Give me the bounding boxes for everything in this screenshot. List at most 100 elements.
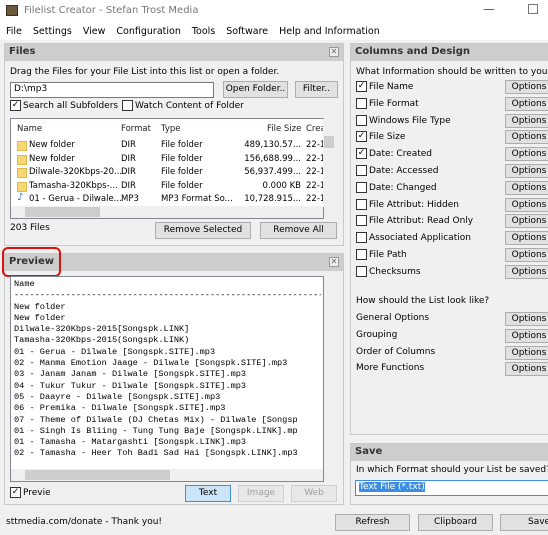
highlight-annotation [2, 247, 61, 277]
options-button[interactable]: Options [505, 164, 548, 178]
web-button[interactable]: Web [291, 485, 337, 502]
preview-line: 04 - Tukur Tukur - Dilwale [Songspk.SITE… [14, 380, 247, 391]
image-button[interactable]: Image [238, 485, 284, 502]
options-button[interactable]: Options [505, 362, 548, 377]
table-row[interactable]: New folder DIR File folder 156,688.99... 22-… [15, 153, 325, 167]
cell-name: New folder [29, 140, 75, 150]
menu-help[interactable]: Help and Information [279, 26, 380, 37]
refresh-button[interactable]: Refresh [335, 514, 410, 531]
col-size[interactable]: File Size [267, 124, 301, 134]
close-icon[interactable]: ✕ [329, 47, 339, 57]
col-format[interactable]: Format [121, 124, 151, 134]
preview-line: New folder [14, 301, 66, 312]
options-button[interactable]: Options [505, 197, 548, 212]
vertical-scrollbar[interactable] [323, 119, 335, 207]
menu-tools[interactable]: Tools [192, 26, 215, 37]
checkbox-icon [356, 232, 367, 244]
options-button[interactable]: Options [505, 345, 548, 360]
preview-line: 03 - Janam Janam - Dilwale [Songspk.SITE… [14, 369, 247, 380]
table-row[interactable]: New folder DIR File folder 489,130.57... 22-… [15, 140, 325, 153]
checkbox-icon: ✓ [356, 148, 367, 160]
checkbox-icon [356, 215, 367, 227]
folder-icon [17, 181, 27, 192]
file-list[interactable]: Name Format Type File Size Crea New fold… [10, 118, 335, 219]
minimize-button[interactable]: — [483, 2, 495, 16]
column-option-label: File Format [369, 98, 419, 109]
options-button[interactable]: Options [505, 328, 548, 343]
preview-line: Tamasha-320Kbps-2015(Songspk.LINK) [14, 335, 190, 346]
text-button[interactable]: Text [185, 485, 231, 502]
column-option-label: File Attribut: Read Only [369, 216, 474, 227]
options-button[interactable]: Options [505, 113, 548, 128]
donate-link[interactable]: sttmedia.com/donate - Thank you! [6, 517, 162, 527]
options-button[interactable]: Options [505, 147, 548, 162]
watch-folder-checkbox[interactable]: Watch Content of Folder [122, 100, 244, 111]
menu-view[interactable]: View [83, 26, 106, 37]
cell-format: MP3 [121, 194, 139, 204]
save-button[interactable]: Save [500, 514, 548, 531]
preview-checkbox[interactable]: ✓ Previe [10, 487, 50, 498]
preview-line: 02 - Tamasha - Heer Toh Badi Sad Hai [So… [14, 448, 298, 459]
checkbox-icon [122, 100, 133, 111]
filter-button[interactable]: Filter.. [295, 81, 338, 98]
checkbox-icon: ✓ [10, 100, 21, 111]
options-button[interactable]: Options [505, 180, 548, 195]
maximize-button[interactable] [528, 4, 538, 14]
checkbox-icon [356, 165, 367, 176]
table-row[interactable]: Dilwale-320Kbps-20... DIR File folder 56,93… [15, 167, 325, 180]
watch-folder-label: Watch Content of Folder [135, 101, 244, 111]
col-name[interactable]: Name [17, 124, 42, 134]
checkbox-icon [356, 181, 367, 193]
col-type[interactable]: Type [161, 124, 181, 134]
column-option-label: Checksums [369, 266, 421, 277]
cell-format: DIR [121, 180, 136, 191]
cell-type: MP3 Format So... [161, 194, 233, 204]
list-header: Name Format Type File Size Crea [15, 124, 326, 137]
options-button[interactable]: Options [505, 96, 548, 111]
menu-software[interactable]: Software [226, 26, 268, 37]
save-format-select[interactable]: Text File (*.txt) [355, 480, 548, 496]
horizontal-scrollbar[interactable] [11, 206, 323, 218]
menu-settings[interactable]: Settings [33, 26, 72, 37]
cell-name: New folder [29, 153, 75, 164]
checkbox-icon [356, 198, 367, 210]
look-question: How should the List look like? [356, 296, 490, 306]
menu-configuration[interactable]: Configuration [116, 26, 180, 37]
cell-type: File folder [161, 140, 203, 150]
cell-format: DIR [121, 167, 136, 177]
preview-line: 06 - Premika - Dilwale [Songspk.SITE].mp… [14, 403, 226, 414]
open-folder-button[interactable]: Open Folder.. [223, 81, 288, 98]
horizontal-scrollbar[interactable] [11, 469, 323, 481]
preview-content: Name ------------------------------------… [14, 279, 321, 460]
clipboard-button[interactable]: Clipboard [418, 514, 493, 531]
preview-line: 01 - Gerua - Dilwale [Songspk.SITE].mp3 [14, 346, 216, 357]
remove-selected-button[interactable]: Remove Selected [155, 222, 251, 239]
column-option-label: Windows File Type [369, 115, 451, 126]
vertical-scrollbar[interactable] [323, 277, 324, 469]
options-button[interactable]: Options [505, 80, 548, 94]
cell-size: 0.000 KB [262, 180, 301, 191]
table-row[interactable]: Tamasha-320Kbps-... DIR File folder 0.000 K… [15, 180, 325, 194]
options-button[interactable]: Options [505, 214, 548, 229]
search-subfolders-checkbox[interactable]: ✓ Search all Subfolders [10, 100, 118, 111]
menu-file[interactable]: File [6, 26, 22, 37]
close-icon[interactable]: ✕ [329, 257, 339, 267]
save-format-value: Text File (*.txt) [359, 482, 425, 492]
preview-line: 01 - Singh Is Bliing - Tung Tung Baje [S… [14, 425, 298, 436]
preview-text-area[interactable]: Name ------------------------------------… [10, 276, 324, 482]
preview-line: 01 - Tamasha - Matargashti [Songspk.LINK… [14, 437, 247, 448]
column-option-label: Date: Changed [369, 182, 437, 193]
preview-line: Name [14, 279, 35, 289]
folder-path-input[interactable]: D:\mp3 [10, 82, 214, 98]
options-button[interactable]: Options [505, 231, 548, 246]
options-button[interactable]: Options [505, 248, 548, 262]
options-button[interactable]: Options [505, 264, 548, 279]
remove-all-button[interactable]: Remove All [260, 222, 337, 239]
preview-checkbox-label: Previe [23, 488, 50, 498]
options-button[interactable]: Options [505, 312, 548, 326]
options-button[interactable]: Options [505, 130, 548, 145]
folder-icon [17, 168, 27, 178]
music-file-icon: ♪ [17, 192, 24, 203]
cell-type: File folder [161, 153, 203, 164]
files-title: Files [9, 46, 36, 57]
